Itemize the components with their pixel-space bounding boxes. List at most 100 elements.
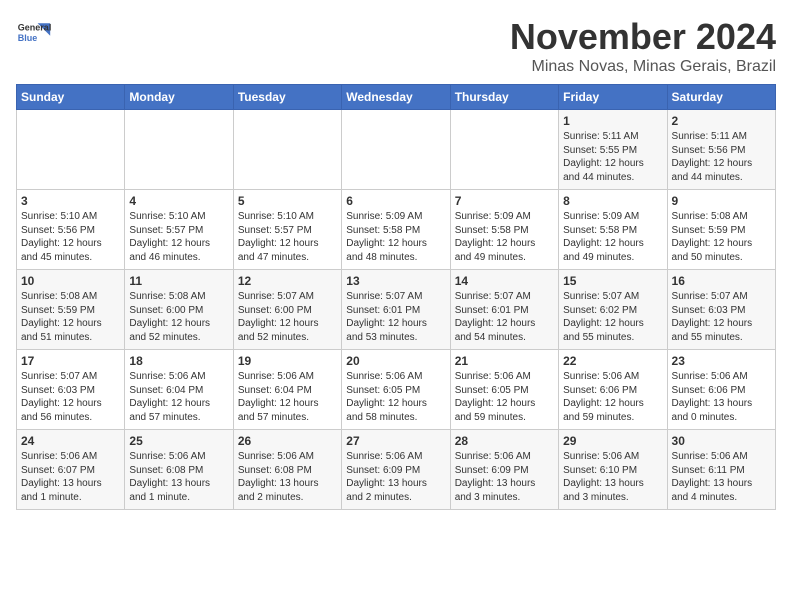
day-cell: 24 Sunrise: 5:06 AM Sunset: 6:07 PM Dayli…: [17, 430, 125, 510]
day-info: Sunrise: 5:06 AM Sunset: 6:11 PM Dayligh…: [672, 450, 771, 504]
day-cell: 7 Sunrise: 5:09 AM Sunset: 5:58 PM Daylig…: [450, 190, 558, 270]
day-info: Sunrise: 5:08 AM Sunset: 5:59 PM Dayligh…: [672, 210, 771, 264]
svg-text:Blue: Blue: [18, 33, 38, 43]
calendar-header: SundayMondayTuesdayWednesdayThursdayFrid…: [17, 85, 776, 110]
day-info: Sunrise: 5:06 AM Sunset: 6:10 PM Dayligh…: [563, 450, 662, 504]
day-cell: 20 Sunrise: 5:06 AM Sunset: 6:05 PM Dayli…: [342, 350, 450, 430]
day-info: Sunrise: 5:06 AM Sunset: 6:08 PM Dayligh…: [238, 450, 337, 504]
day-info: Sunrise: 5:06 AM Sunset: 6:06 PM Dayligh…: [563, 370, 662, 424]
day-info: Sunrise: 5:06 AM Sunset: 6:04 PM Dayligh…: [129, 370, 228, 424]
day-cell: 19 Sunrise: 5:06 AM Sunset: 6:04 PM Dayli…: [233, 350, 341, 430]
day-number: 16: [672, 274, 771, 288]
calendar-table: SundayMondayTuesdayWednesdayThursdayFrid…: [16, 84, 776, 510]
day-info: Sunrise: 5:07 AM Sunset: 6:01 PM Dayligh…: [455, 290, 554, 344]
title-block: November 2024 Minas Novas, Minas Gerais,…: [510, 16, 776, 76]
day-info: Sunrise: 5:09 AM Sunset: 5:58 PM Dayligh…: [455, 210, 554, 264]
day-cell: 12 Sunrise: 5:07 AM Sunset: 6:00 PM Dayli…: [233, 270, 341, 350]
day-info: Sunrise: 5:10 AM Sunset: 5:57 PM Dayligh…: [238, 210, 337, 264]
day-cell: 4 Sunrise: 5:10 AM Sunset: 5:57 PM Daylig…: [125, 190, 233, 270]
day-number: 26: [238, 434, 337, 448]
week-row-2: 3 Sunrise: 5:10 AM Sunset: 5:56 PM Daylig…: [17, 190, 776, 270]
col-header-monday: Monday: [125, 85, 233, 110]
day-cell: 26 Sunrise: 5:06 AM Sunset: 6:08 PM Dayli…: [233, 430, 341, 510]
day-number: 20: [346, 354, 445, 368]
day-number: 17: [21, 354, 120, 368]
day-number: 22: [563, 354, 662, 368]
day-info: Sunrise: 5:09 AM Sunset: 5:58 PM Dayligh…: [563, 210, 662, 264]
day-info: Sunrise: 5:06 AM Sunset: 6:08 PM Dayligh…: [129, 450, 228, 504]
col-header-thursday: Thursday: [450, 85, 558, 110]
day-number: 23: [672, 354, 771, 368]
day-cell: 30 Sunrise: 5:06 AM Sunset: 6:11 PM Dayli…: [667, 430, 775, 510]
day-number: 30: [672, 434, 771, 448]
day-cell: 9 Sunrise: 5:08 AM Sunset: 5:59 PM Daylig…: [667, 190, 775, 270]
day-number: 6: [346, 194, 445, 208]
day-number: 7: [455, 194, 554, 208]
logo-icon: General Blue: [16, 16, 52, 52]
week-row-5: 24 Sunrise: 5:06 AM Sunset: 6:07 PM Dayli…: [17, 430, 776, 510]
day-number: 12: [238, 274, 337, 288]
day-cell: 27Sunrise: 5:06 AM Sunset: 6:09 PM Dayli…: [342, 430, 450, 510]
day-info: Sunrise: 5:08 AM Sunset: 5:59 PM Dayligh…: [21, 290, 120, 344]
day-cell: 11Sunrise: 5:08 AM Sunset: 6:00 PM Dayli…: [125, 270, 233, 350]
day-cell: 18 Sunrise: 5:06 AM Sunset: 6:04 PM Dayli…: [125, 350, 233, 430]
day-info: Sunrise: 5:07 AM Sunset: 6:00 PM Dayligh…: [238, 290, 337, 344]
day-number: 28: [455, 434, 554, 448]
day-cell: 28 Sunrise: 5:06 AM Sunset: 6:09 PM Dayli…: [450, 430, 558, 510]
day-info: Sunrise: 5:06 AM Sunset: 6:05 PM Dayligh…: [346, 370, 445, 424]
week-row-4: 17 Sunrise: 5:07 AM Sunset: 6:03 PM Dayli…: [17, 350, 776, 430]
calendar-body: 1 Sunrise: 5:11 AM Sunset: 5:55 PM Daylig…: [17, 110, 776, 510]
day-info: Sunrise: 5:11 AM Sunset: 5:56 PM Dayligh…: [672, 130, 771, 184]
day-number: 24: [21, 434, 120, 448]
day-info: Sunrise: 5:06 AM Sunset: 6:04 PM Dayligh…: [238, 370, 337, 424]
day-number: 14: [455, 274, 554, 288]
month-title: November 2024: [510, 16, 776, 58]
day-number: 29: [563, 434, 662, 448]
day-cell: 15 Sunrise: 5:07 AM Sunset: 6:02 PM Dayli…: [559, 270, 667, 350]
day-number: 2: [672, 114, 771, 128]
day-info: Sunrise: 5:08 AM Sunset: 6:00 PM Dayligh…: [129, 290, 228, 344]
day-number: 1: [563, 114, 662, 128]
day-cell: 1 Sunrise: 5:11 AM Sunset: 5:55 PM Daylig…: [559, 110, 667, 190]
day-number: 15: [563, 274, 662, 288]
col-header-sunday: Sunday: [17, 85, 125, 110]
day-number: 5: [238, 194, 337, 208]
day-info: Sunrise: 5:07 AM Sunset: 6:03 PM Dayligh…: [672, 290, 771, 344]
day-number: 3: [21, 194, 120, 208]
day-info: Sunrise: 5:11 AM Sunset: 5:55 PM Dayligh…: [563, 130, 662, 184]
day-number: 9: [672, 194, 771, 208]
day-info: Sunrise: 5:06 AM Sunset: 6:09 PM Dayligh…: [455, 450, 554, 504]
page-header: General Blue November 2024 Minas Novas, …: [16, 16, 776, 76]
day-info: Sunrise: 5:07 AM Sunset: 6:01 PM Dayligh…: [346, 290, 445, 344]
day-info: Sunrise: 5:10 AM Sunset: 5:57 PM Dayligh…: [129, 210, 228, 264]
day-info: Sunrise: 5:06 AM Sunset: 6:05 PM Dayligh…: [455, 370, 554, 424]
location: Minas Novas, Minas Gerais, Brazil: [510, 58, 776, 76]
day-cell: [17, 110, 125, 190]
col-header-tuesday: Tuesday: [233, 85, 341, 110]
day-number: 18: [129, 354, 228, 368]
day-cell: 25 Sunrise: 5:06 AM Sunset: 6:08 PM Dayli…: [125, 430, 233, 510]
day-info: Sunrise: 5:06 AM Sunset: 6:07 PM Dayligh…: [21, 450, 120, 504]
day-number: 8: [563, 194, 662, 208]
day-info: Sunrise: 5:10 AM Sunset: 5:56 PM Dayligh…: [21, 210, 120, 264]
day-cell: [125, 110, 233, 190]
day-cell: 14 Sunrise: 5:07 AM Sunset: 6:01 PM Dayli…: [450, 270, 558, 350]
col-header-saturday: Saturday: [667, 85, 775, 110]
day-cell: 16 Sunrise: 5:07 AM Sunset: 6:03 PM Dayli…: [667, 270, 775, 350]
day-number: 10: [21, 274, 120, 288]
day-cell: 17 Sunrise: 5:07 AM Sunset: 6:03 PM Dayli…: [17, 350, 125, 430]
day-info: Sunrise: 5:07 AM Sunset: 6:02 PM Dayligh…: [563, 290, 662, 344]
day-cell: [450, 110, 558, 190]
day-number: 19: [238, 354, 337, 368]
day-number: 4: [129, 194, 228, 208]
logo: General Blue: [16, 16, 52, 52]
day-cell: 5 Sunrise: 5:10 AM Sunset: 5:57 PM Daylig…: [233, 190, 341, 270]
day-number: 13: [346, 274, 445, 288]
day-cell: 21Sunrise: 5:06 AM Sunset: 6:05 PM Dayli…: [450, 350, 558, 430]
week-row-3: 10 Sunrise: 5:08 AM Sunset: 5:59 PM Dayli…: [17, 270, 776, 350]
day-cell: 8 Sunrise: 5:09 AM Sunset: 5:58 PM Daylig…: [559, 190, 667, 270]
day-info: Sunrise: 5:07 AM Sunset: 6:03 PM Dayligh…: [21, 370, 120, 424]
day-number: 25: [129, 434, 228, 448]
day-info: Sunrise: 5:06 AM Sunset: 6:06 PM Dayligh…: [672, 370, 771, 424]
day-info: Sunrise: 5:06 AM Sunset: 6:09 PM Dayligh…: [346, 450, 445, 504]
